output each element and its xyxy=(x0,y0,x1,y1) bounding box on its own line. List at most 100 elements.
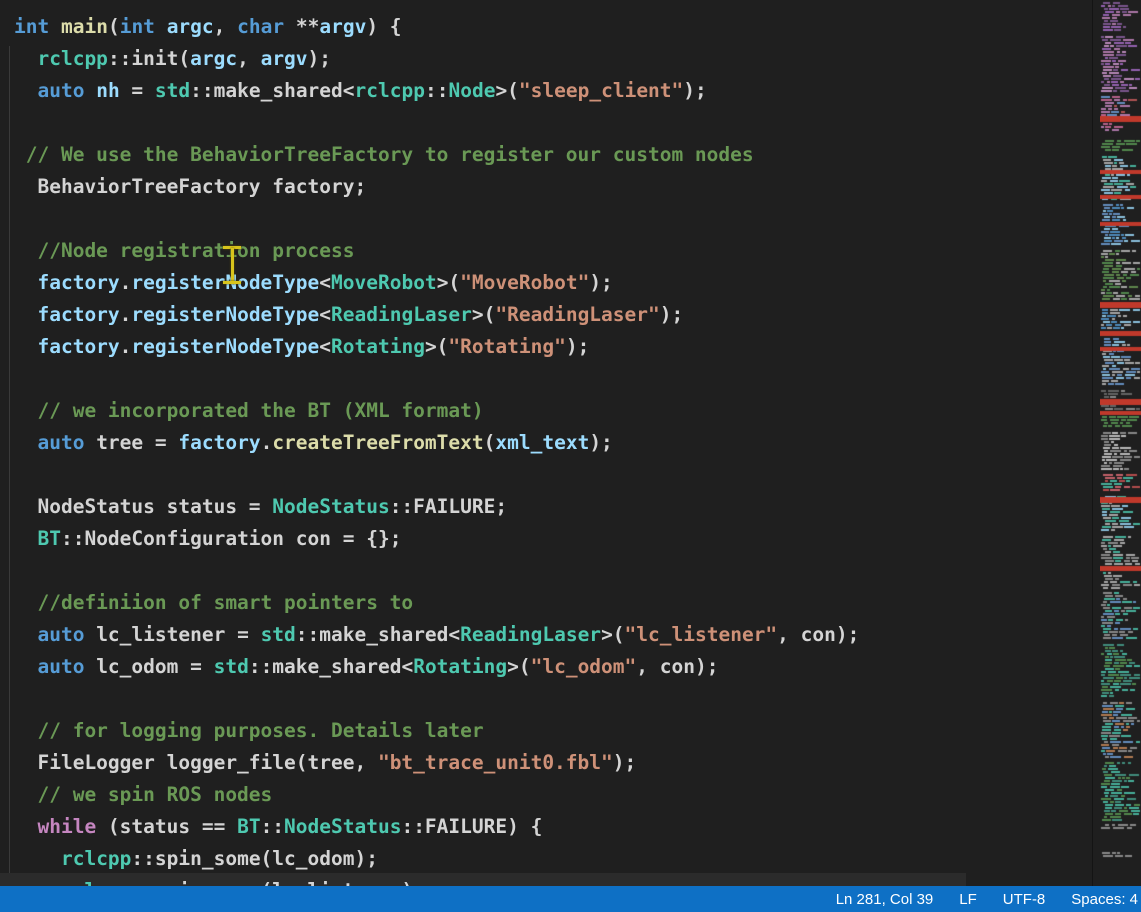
code-token: lc_listener = xyxy=(84,623,260,646)
code-token: std xyxy=(261,623,296,646)
code-token: auto xyxy=(37,431,84,454)
code-token xyxy=(14,655,37,678)
code-token: ); xyxy=(613,751,636,774)
code-token: NodeStatus xyxy=(272,495,389,518)
code-token: auto xyxy=(37,79,84,102)
code-line[interactable]: int main(int argc, char **argv) { xyxy=(0,11,1092,43)
code-token: "Rotating" xyxy=(448,335,565,358)
code-line[interactable]: // we spin ROS nodes xyxy=(0,779,1092,811)
code-token: BT xyxy=(237,815,260,838)
minimap[interactable] xyxy=(1100,0,1141,912)
code-line[interactable]: while (status == BT::NodeStatus::FAILURE… xyxy=(0,811,1092,843)
code-line[interactable]: // for logging purposes. Details later xyxy=(0,715,1092,747)
code-token: ::FAILURE; xyxy=(390,495,507,518)
code-line[interactable] xyxy=(0,363,1092,395)
code-token: . xyxy=(261,431,273,454)
ibeam-cursor-icon xyxy=(223,246,241,284)
code-token: ::init( xyxy=(108,47,190,70)
code-token: // We use the BehaviorTreeFactory to reg… xyxy=(14,143,754,166)
minimap-border xyxy=(1092,0,1093,886)
code-token: ::make_shared< xyxy=(296,623,460,646)
code-token: rclcpp xyxy=(37,47,107,70)
code-token: ) { xyxy=(366,15,401,38)
code-area[interactable]: int main(int argc, char **argv) { rclcpp… xyxy=(0,11,1092,907)
code-token: ReadingLaser xyxy=(460,623,601,646)
code-line[interactable]: //definiion of smart pointers to xyxy=(0,587,1092,619)
status-indentation[interactable]: Spaces: 4 xyxy=(1071,891,1138,908)
code-token: argv xyxy=(319,15,366,38)
code-token xyxy=(14,79,37,102)
code-token xyxy=(84,79,96,102)
vscode-editor-window: int main(int argc, char **argv) { rclcpp… xyxy=(0,0,1141,912)
code-token: , xyxy=(237,47,260,70)
code-token: factory xyxy=(178,431,260,454)
code-line[interactable]: auto lc_odom = std::make_shared<Rotating… xyxy=(0,651,1092,683)
editor-pane[interactable]: int main(int argc, char **argv) { rclcpp… xyxy=(0,0,1141,912)
code-token: "MoveRobot" xyxy=(460,271,589,294)
status-eol[interactable]: LF xyxy=(959,891,977,908)
code-token: xml_text xyxy=(495,431,589,454)
code-token: lc_odom = xyxy=(84,655,213,678)
code-line[interactable]: rclcpp::spin_some(lc_odom); xyxy=(0,843,1092,875)
code-token: , con); xyxy=(636,655,718,678)
code-token: argv xyxy=(261,47,308,70)
code-line[interactable]: factory.registerNodeType<MoveRobot>("Mov… xyxy=(0,267,1092,299)
code-token: // for logging purposes. Details later xyxy=(14,719,484,742)
code-token: "lc_odom" xyxy=(531,655,637,678)
code-token: . xyxy=(120,303,132,326)
code-line[interactable]: // We use the BehaviorTreeFactory to reg… xyxy=(0,139,1092,171)
code-token: std xyxy=(214,655,249,678)
code-line[interactable]: BT::NodeConfiguration con = {}; xyxy=(0,523,1092,555)
code-token: MoveRobot xyxy=(331,271,437,294)
status-bar: Ln 281, Col 39 LF UTF-8 Spaces: 4 xyxy=(0,886,1141,912)
code-token xyxy=(14,47,37,70)
code-line[interactable] xyxy=(0,459,1092,491)
code-token: = xyxy=(120,79,155,102)
code-token: // we spin ROS nodes xyxy=(14,783,272,806)
code-line[interactable] xyxy=(0,203,1092,235)
code-token: NodeStatus status = xyxy=(14,495,272,518)
code-token: rclcpp xyxy=(355,79,425,102)
code-token: < xyxy=(319,271,331,294)
code-token xyxy=(14,271,37,294)
code-line[interactable] xyxy=(0,683,1092,715)
code-line[interactable]: auto tree = factory.createTreeFromText(x… xyxy=(0,427,1092,459)
code-token xyxy=(14,815,37,838)
code-token: argc xyxy=(190,47,237,70)
code-token: // we incorporated the BT (XML format) xyxy=(14,399,484,422)
code-token: tree = xyxy=(84,431,178,454)
code-token xyxy=(155,15,167,38)
code-token: , con); xyxy=(777,623,859,646)
code-token: ); xyxy=(566,335,589,358)
code-token: ReadingLaser xyxy=(331,303,472,326)
code-token xyxy=(14,527,37,550)
code-token: ::NodeConfiguration con = {}; xyxy=(61,527,401,550)
code-line[interactable]: factory.registerNodeType<ReadingLaser>("… xyxy=(0,299,1092,331)
code-line[interactable]: BehaviorTreeFactory factory; xyxy=(0,171,1092,203)
code-line[interactable]: auto nh = std::make_shared<rclcpp::Node>… xyxy=(0,75,1092,107)
code-token: ::spin_some(lc_odom); xyxy=(131,847,378,870)
status-bar-right-group: Ln 281, Col 39 LF UTF-8 Spaces: 4 xyxy=(836,891,1141,908)
code-token: main xyxy=(61,15,108,38)
code-token: argc xyxy=(167,15,214,38)
code-line[interactable]: NodeStatus status = NodeStatus::FAILURE; xyxy=(0,491,1092,523)
code-token xyxy=(49,15,61,38)
code-token: < xyxy=(319,303,331,326)
status-line-col[interactable]: Ln 281, Col 39 xyxy=(836,891,934,908)
code-token: //definiion of smart pointers to xyxy=(14,591,413,614)
code-token: factory xyxy=(37,335,119,358)
code-line[interactable]: rclcpp::init(argc, argv); xyxy=(0,43,1092,75)
code-token: Rotating xyxy=(331,335,425,358)
code-line[interactable]: factory.registerNodeType<Rotating>("Rota… xyxy=(0,331,1092,363)
code-line[interactable]: //Node registration process xyxy=(0,235,1092,267)
status-encoding[interactable]: UTF-8 xyxy=(1003,891,1046,908)
code-token: < xyxy=(319,335,331,358)
code-line[interactable]: auto lc_listener = std::make_shared<Read… xyxy=(0,619,1092,651)
code-line[interactable] xyxy=(0,555,1092,587)
code-line[interactable] xyxy=(0,107,1092,139)
code-token: factory xyxy=(37,271,119,294)
code-line[interactable]: FileLogger logger_file(tree, "bt_trace_u… xyxy=(0,747,1092,779)
code-token xyxy=(14,623,37,646)
code-line[interactable]: // we incorporated the BT (XML format) xyxy=(0,395,1092,427)
code-token: BehaviorTreeFactory factory; xyxy=(14,175,366,198)
